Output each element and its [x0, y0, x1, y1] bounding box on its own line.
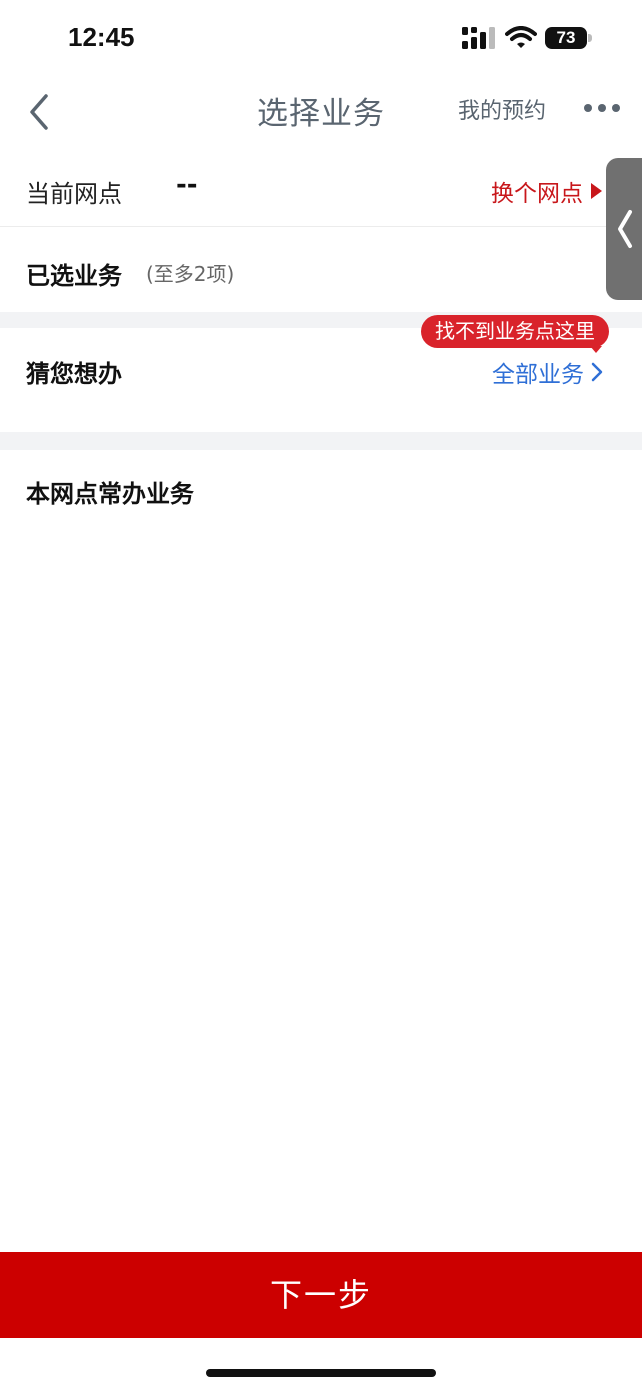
side-panel-handle[interactable] — [606, 158, 642, 300]
all-services-link[interactable]: 全部业务 — [492, 355, 604, 389]
all-services-label: 全部业务 — [492, 362, 584, 388]
current-branch-value: -- — [176, 170, 198, 200]
selected-services-label: 已选业务 — [26, 262, 122, 290]
current-branch-label: 当前网点 — [26, 180, 122, 208]
back-button[interactable] — [22, 88, 62, 136]
status-time: 12:45 — [68, 22, 135, 52]
my-booking-link[interactable]: 我的预约 — [458, 93, 546, 125]
chevron-right-icon — [591, 362, 603, 382]
more-dots-icon[interactable] — [584, 104, 622, 116]
battery-icon: 73 — [545, 27, 593, 49]
selected-services-hint: (至多2项) — [146, 262, 235, 286]
guess-you-want-label: 猜您想办 — [26, 360, 122, 388]
next-step-button[interactable]: 下一步 — [0, 1252, 642, 1338]
triangle-right-icon — [591, 183, 602, 199]
wifi-icon — [505, 26, 537, 48]
change-branch-button[interactable]: 换个网点 — [491, 174, 602, 208]
common-services-label: 本网点常办业务 — [26, 480, 194, 508]
battery-level: 73 — [545, 27, 587, 49]
section-gap — [0, 432, 642, 450]
all-services-tooltip[interactable]: 找不到业务点这里 — [421, 315, 609, 348]
divider — [0, 226, 642, 227]
tooltip-tail — [590, 346, 602, 353]
cellular-signal-icon — [462, 27, 495, 49]
home-indicator — [206, 1369, 436, 1377]
chevron-left-icon — [618, 210, 632, 248]
change-branch-label: 换个网点 — [491, 181, 583, 207]
